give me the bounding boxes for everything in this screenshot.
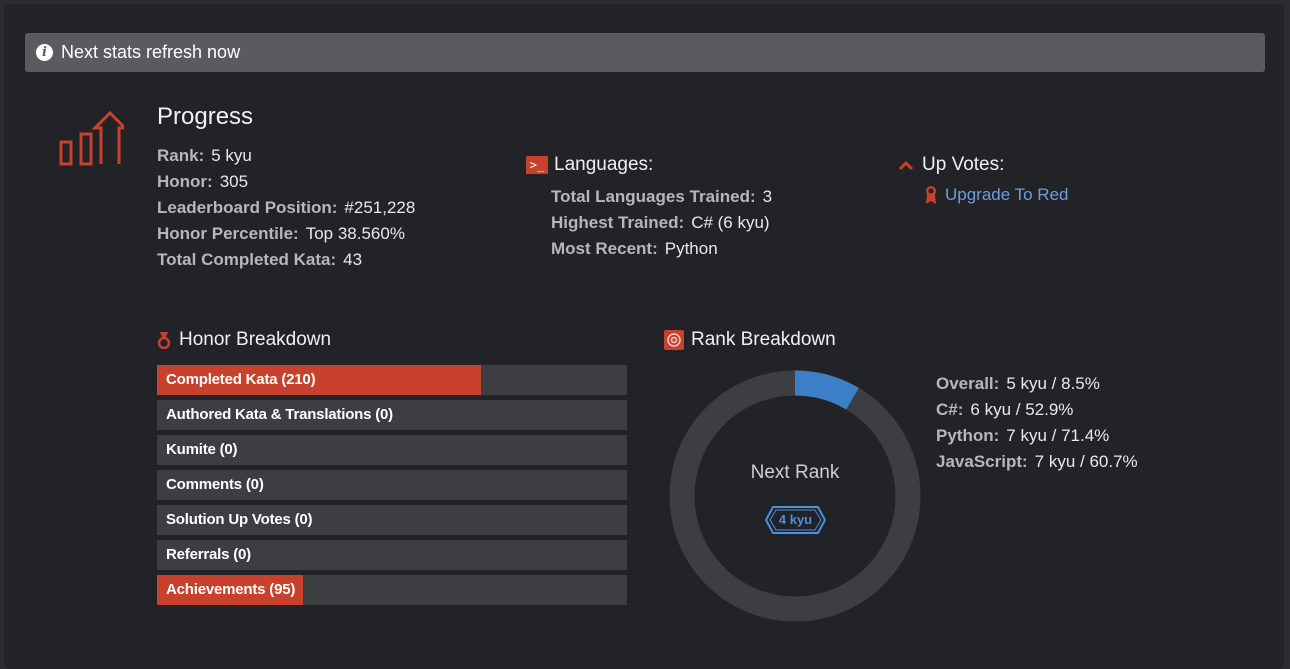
- next-rank-label: Next Rank: [750, 462, 840, 483]
- progress-stats: Rank: 5 kyu Honor: 305 Leaderboard Positio…: [157, 143, 415, 273]
- progress-chart-icon: [59, 110, 124, 166]
- stat-total-languages: Total Languages Trained: 3: [551, 187, 773, 206]
- honor-bar: Kumite (0): [157, 435, 627, 465]
- honor-bar: Achievements (95): [157, 575, 627, 605]
- languages-stats: Total Languages Trained: 3 Highest Traine…: [551, 184, 772, 262]
- rank-progress-donut: [669, 370, 921, 622]
- progress-title: Progress: [157, 103, 254, 130]
- stat-rank: Rank: 5 kyu: [157, 146, 252, 165]
- terminal-icon: >_: [526, 156, 548, 174]
- stat-honor: Honor: 305: [157, 172, 249, 191]
- languages-heading: >_ Languages:: [526, 154, 653, 176]
- honor-bar: Authored Kata & Translations (0): [157, 400, 627, 430]
- honor-bar: Completed Kata (210): [157, 365, 627, 395]
- stat-honor-percentile: Honor Percentile: Top 38.560%: [157, 224, 405, 243]
- honor-breakdown-bars: Completed Kata (210) Authored Kata & Tra…: [157, 365, 627, 610]
- honor-bar: Referrals (0): [157, 540, 627, 570]
- rank-javascript: JavaScript: 7 kyu / 60.7%: [936, 452, 1138, 471]
- rank-python: Python: 7 kyu / 71.4%: [936, 426, 1110, 445]
- refresh-notice-text: Next stats refresh now: [61, 42, 241, 62]
- donut-progress-arc: [794, 370, 859, 410]
- target-icon: [664, 330, 684, 350]
- stat-total-completed-kata: Total Completed Kata: 43: [157, 250, 363, 269]
- medal-icon: [157, 332, 171, 349]
- refresh-notice: i Next stats refresh now: [25, 33, 1265, 72]
- honor-breakdown-heading: Honor Breakdown: [157, 329, 331, 351]
- stat-highest-trained: Highest Trained: C# (6 kyu): [551, 213, 770, 232]
- chevron-up-icon: [898, 160, 914, 171]
- donut-track: [669, 370, 921, 622]
- honor-bar: Comments (0): [157, 470, 627, 500]
- stat-leaderboard-position: Leaderboard Position: #251,228: [157, 198, 416, 217]
- rank-csharp: C#: 6 kyu / 52.9%: [936, 400, 1074, 419]
- stat-most-recent: Most Recent: Python: [551, 239, 718, 258]
- honor-bar: Solution Up Votes (0): [157, 505, 627, 535]
- rank-overall: Overall: 5 kyu / 8.5%: [936, 374, 1100, 393]
- rank-breakdown-heading: Rank Breakdown: [664, 329, 836, 351]
- upgrade-to-red-link[interactable]: Upgrade To Red: [924, 185, 1069, 205]
- info-icon: i: [36, 44, 53, 61]
- rank-breakdown-stats: Overall: 5 kyu / 8.5% C#: 6 kyu / 52.9% Py…: [936, 371, 1138, 475]
- upvotes-heading: Up Votes:: [898, 154, 1004, 176]
- next-rank-badge: 4 kyu: [778, 512, 813, 527]
- ribbon-icon: [926, 186, 936, 204]
